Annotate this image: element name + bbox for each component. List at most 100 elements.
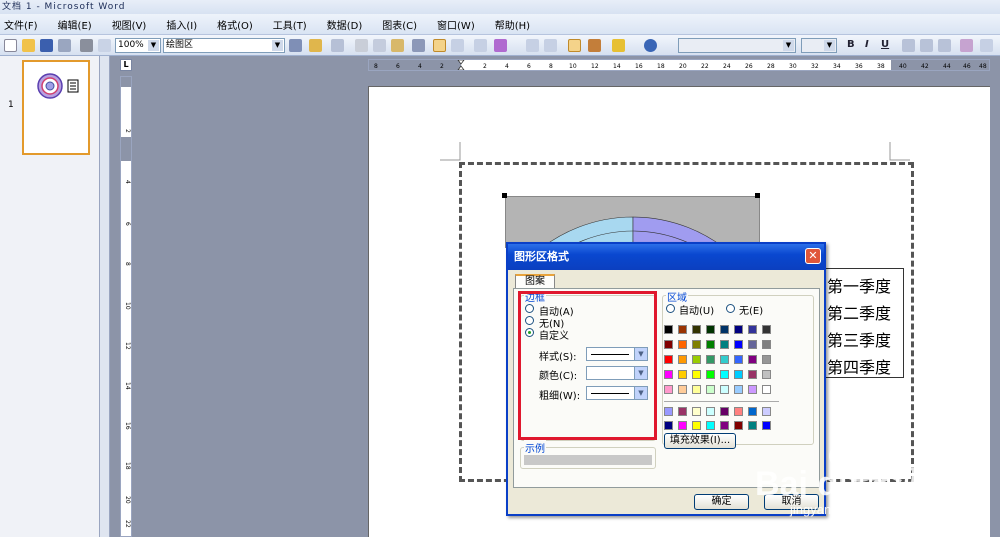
- color-swatch[interactable]: [720, 370, 729, 379]
- drawing-icon[interactable]: [588, 39, 601, 52]
- menu-view[interactable]: 视图(V): [112, 17, 147, 32]
- color-swatch[interactable]: [692, 355, 701, 364]
- font-size-combo[interactable]: ▼: [801, 38, 837, 53]
- chart-object-combo[interactable]: 绘图区 ▼: [163, 38, 285, 53]
- color-swatch[interactable]: [762, 370, 771, 379]
- color-swatch[interactable]: [762, 355, 771, 364]
- color-swatch[interactable]: [734, 325, 743, 334]
- color-swatch[interactable]: [692, 370, 701, 379]
- menu-window[interactable]: 窗口(W): [437, 17, 475, 32]
- color-swatch[interactable]: [692, 407, 701, 416]
- fill-color-icon[interactable]: [612, 39, 625, 52]
- color-swatch[interactable]: [706, 370, 715, 379]
- color-swatch[interactable]: [692, 421, 701, 430]
- color-swatch[interactable]: [678, 325, 687, 334]
- color-swatch[interactable]: [734, 385, 743, 394]
- color-swatch[interactable]: [734, 421, 743, 430]
- color-swatch[interactable]: [734, 340, 743, 349]
- vertical-ruler[interactable]: 2 4 6 8 10 12 14 16 18 20 22: [120, 76, 132, 537]
- print-preview-icon[interactable]: [98, 39, 111, 52]
- tab-stop-selector[interactable]: L: [120, 59, 132, 71]
- color-swatch[interactable]: [706, 355, 715, 364]
- cut-icon[interactable]: [355, 39, 368, 52]
- color-swatch[interactable]: [692, 325, 701, 334]
- color-swatch[interactable]: [734, 407, 743, 416]
- permission-icon[interactable]: [58, 39, 71, 52]
- align-center-icon[interactable]: [920, 39, 933, 52]
- italic-button[interactable]: I: [865, 39, 869, 50]
- color-swatch[interactable]: [678, 407, 687, 416]
- chevron-down-icon[interactable]: ▼: [272, 40, 283, 51]
- format-object-icon[interactable]: [289, 39, 302, 52]
- value-axis-gridlines-icon[interactable]: [544, 39, 557, 52]
- menu-edit[interactable]: 编辑(E): [58, 17, 92, 32]
- copy-icon[interactable]: [373, 39, 386, 52]
- area-auto-radio[interactable]: [666, 304, 675, 313]
- chevron-down-icon[interactable]: ▼: [824, 40, 835, 51]
- color-swatch[interactable]: [720, 340, 729, 349]
- category-axis-gridlines-icon[interactable]: [526, 39, 539, 52]
- data-sheet-icon[interactable]: [331, 39, 344, 52]
- chart-type-icon[interactable]: [494, 39, 507, 52]
- color-swatch[interactable]: [664, 355, 673, 364]
- color-swatch[interactable]: [706, 385, 715, 394]
- undo-icon[interactable]: [412, 39, 425, 52]
- area-none-radio[interactable]: [726, 304, 735, 313]
- color-swatch[interactable]: [734, 370, 743, 379]
- underline-button[interactable]: U: [881, 39, 889, 50]
- font-combo[interactable]: ▼: [678, 38, 796, 53]
- color-swatch[interactable]: [748, 355, 757, 364]
- color-swatch[interactable]: [664, 370, 673, 379]
- align-left-icon[interactable]: [902, 39, 915, 52]
- color-swatch[interactable]: [692, 340, 701, 349]
- menu-file[interactable]: 文件(F): [4, 17, 38, 32]
- percent-style-icon[interactable]: [980, 39, 993, 52]
- new-document-icon[interactable]: [4, 39, 17, 52]
- data-table-icon[interactable]: [474, 39, 487, 52]
- menu-tools[interactable]: 工具(T): [273, 17, 307, 32]
- print-icon[interactable]: [80, 39, 93, 52]
- ok-button[interactable]: 确定: [694, 494, 749, 510]
- import-file-icon[interactable]: [309, 39, 322, 52]
- chevron-down-icon[interactable]: ▼: [783, 40, 794, 51]
- color-swatch[interactable]: [762, 385, 771, 394]
- by-row-icon[interactable]: [433, 39, 446, 52]
- chevron-down-icon[interactable]: ▼: [148, 40, 159, 51]
- align-right-icon[interactable]: [938, 39, 951, 52]
- horizontal-ruler[interactable]: 8 6 4 2 2 4 6 8 10 12 14 16 18 20 22 24 …: [368, 59, 991, 71]
- menu-help[interactable]: 帮助(H): [495, 17, 530, 32]
- color-swatch[interactable]: [720, 407, 729, 416]
- color-swatch[interactable]: [664, 421, 673, 430]
- color-swatch[interactable]: [692, 385, 701, 394]
- tab-patterns[interactable]: 图案: [515, 274, 555, 289]
- menu-insert[interactable]: 插入(I): [166, 17, 197, 32]
- color-swatch[interactable]: [664, 407, 673, 416]
- chart-plot-area[interactable]: [505, 196, 760, 248]
- color-swatch[interactable]: [678, 385, 687, 394]
- color-swatch[interactable]: [720, 325, 729, 334]
- chart-legend[interactable]: 第一季度 第二季度 第三季度 第四季度: [820, 268, 904, 378]
- open-folder-icon[interactable]: [22, 39, 35, 52]
- color-swatch[interactable]: [664, 325, 673, 334]
- help-icon[interactable]: [644, 39, 657, 52]
- menu-data[interactable]: 数据(D): [327, 17, 363, 32]
- color-swatch[interactable]: [720, 385, 729, 394]
- color-swatch[interactable]: [748, 385, 757, 394]
- color-swatch[interactable]: [706, 340, 715, 349]
- color-swatch[interactable]: [678, 355, 687, 364]
- by-column-icon[interactable]: [451, 39, 464, 52]
- pane-splitter[interactable]: [100, 56, 110, 537]
- color-swatch[interactable]: [706, 325, 715, 334]
- bold-button[interactable]: B: [847, 39, 855, 50]
- color-swatch[interactable]: [706, 421, 715, 430]
- close-icon[interactable]: ✕: [805, 248, 821, 264]
- save-icon[interactable]: [40, 39, 53, 52]
- fill-effects-button[interactable]: 填充效果(I)...: [664, 433, 736, 449]
- color-swatch[interactable]: [678, 370, 687, 379]
- color-swatch[interactable]: [748, 340, 757, 349]
- color-swatch[interactable]: [748, 325, 757, 334]
- page-thumbnail[interactable]: [22, 60, 90, 155]
- color-swatch[interactable]: [664, 385, 673, 394]
- menu-chart[interactable]: 图表(C): [382, 17, 417, 32]
- color-swatch[interactable]: [762, 407, 771, 416]
